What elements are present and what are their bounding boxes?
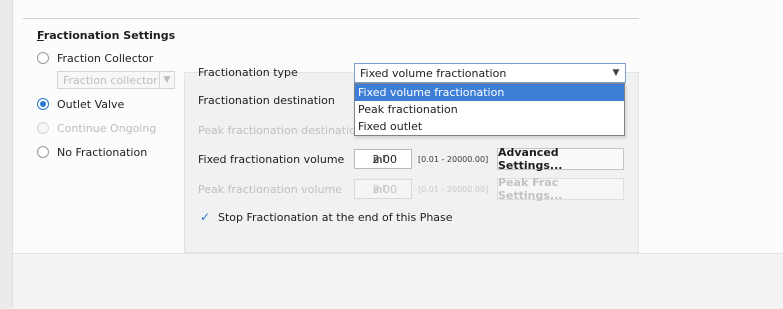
fractionation-type-select[interactable]: Fixed volume fractionation ▼ — [354, 63, 626, 83]
radio-button[interactable] — [37, 146, 49, 158]
peak-volume-unit: ml — [373, 185, 386, 195]
section-divider — [23, 18, 639, 19]
stop-fractionation-checkbox[interactable]: ✓ Stop Fractionation at the end of this … — [200, 210, 453, 224]
chevron-down-icon[interactable]: ▼ — [607, 64, 625, 82]
section-title: Fractionation Settings — [37, 29, 176, 42]
fractionation-type-dropdown: Fixed volume fractionation Peak fraction… — [354, 83, 625, 136]
peak-volume-range: [0.01 - 20000.00] — [418, 185, 489, 194]
fixed-volume-label: Fixed fractionation volume — [198, 153, 345, 166]
fraction-collector-select-value: Fraction collector — [63, 73, 158, 87]
fractionation-type-value: Fixed volume fractionation — [360, 66, 507, 80]
footer-area — [13, 253, 783, 309]
fractionation-destination-label: Fractionation destination — [198, 94, 335, 107]
radio-outlet-valve[interactable]: Outlet Valve — [37, 96, 124, 112]
radio-continue-ongoing: Continue Ongoing — [37, 120, 156, 136]
chevron-down-icon: ▼ — [159, 72, 174, 88]
fraction-collector-select: Fraction collector ▼ — [57, 71, 175, 89]
radio-label: Continue Ongoing — [57, 121, 157, 135]
radio-button[interactable] — [37, 52, 49, 64]
dropdown-option-peak[interactable]: Peak fractionation — [355, 101, 624, 118]
radio-label: Outlet Valve — [57, 97, 125, 111]
dropdown-option-fixed-outlet[interactable]: Fixed outlet — [355, 118, 624, 135]
peak-destination-label: Peak fractionation destination — [198, 124, 363, 137]
radio-label: Fraction Collector — [57, 51, 154, 65]
advanced-settings-button[interactable]: Advanced Settings... — [497, 146, 624, 172]
left-edge-bar — [0, 0, 13, 308]
stop-fractionation-label: Stop Fractionation at the end of this Ph… — [218, 210, 453, 224]
fractionation-type-label: Fractionation type — [198, 66, 298, 79]
checkmark-icon[interactable]: ✓ — [200, 210, 212, 224]
fixed-volume-unit: ml — [373, 155, 386, 165]
radio-fraction-collector[interactable]: Fraction Collector — [37, 50, 153, 66]
dropdown-option-fixed-volume[interactable]: Fixed volume fractionation — [355, 84, 624, 101]
radio-button — [37, 122, 49, 134]
radio-button[interactable] — [37, 98, 49, 110]
peak-volume-label: Peak fractionation volume — [198, 183, 342, 196]
peak-frac-settings-button: Peak Frac Settings... — [497, 176, 624, 202]
radio-label: No Fractionation — [57, 145, 148, 159]
radio-no-fractionation[interactable]: No Fractionation — [37, 144, 147, 160]
fixed-volume-range: [0.01 - 20000.00] — [418, 155, 489, 164]
